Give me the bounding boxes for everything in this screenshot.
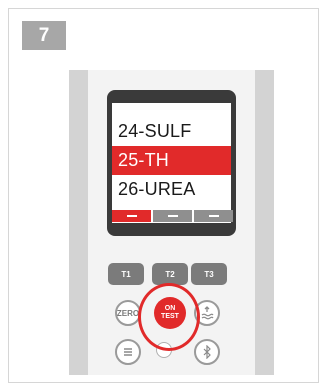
step-number-badge: 7 [22, 21, 66, 50]
menu-lines-icon [124, 348, 132, 356]
softkey-indicator-right [194, 210, 233, 222]
menu-button[interactable] [115, 339, 141, 365]
t1-button[interactable]: T1 [108, 263, 144, 285]
bluetooth-icon [203, 345, 211, 359]
menu-item-26-urea[interactable]: 26-UREA [112, 175, 231, 204]
t3-button[interactable]: T3 [191, 263, 227, 285]
softkey-indicator-left [112, 210, 151, 222]
wave-arrow-icon [201, 306, 214, 320]
press-highlight-ring [138, 283, 200, 351]
softkey-indicator-middle [153, 210, 192, 222]
t2-button[interactable]: T2 [152, 263, 188, 285]
zero-button[interactable]: ZERO [115, 300, 141, 326]
menu-item-25-th-selected[interactable]: 25-TH [112, 146, 231, 175]
menu-item-24-sulf[interactable]: 24-SULF [112, 117, 231, 146]
bluetooth-button[interactable] [194, 339, 220, 365]
